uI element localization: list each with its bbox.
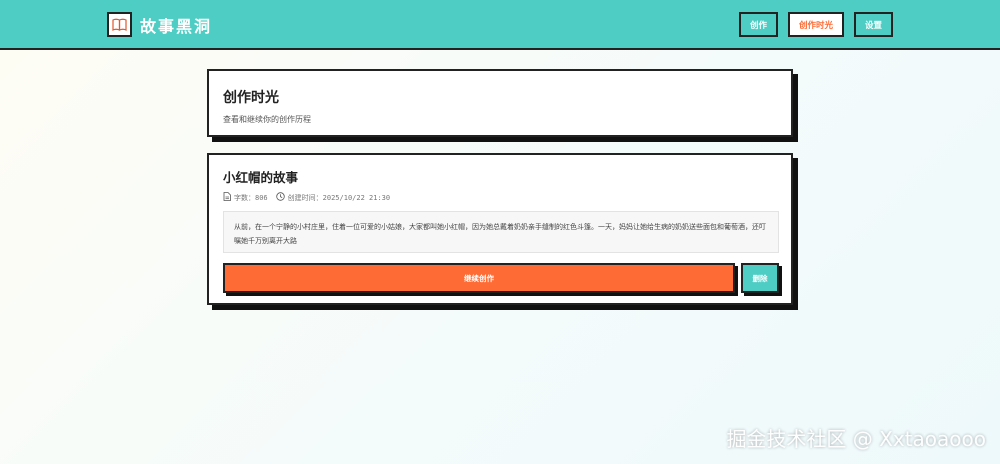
- page-subtitle: 查看和继续你的创作历程: [223, 115, 311, 124]
- page-title: 创作时光: [223, 90, 279, 106]
- word-count-label: 字数：806: [234, 193, 268, 202]
- story-meta: 字数：806 创建时间：2025/10/22 21:30: [223, 192, 390, 203]
- created-time-label: 创建时间：2025/10/22 21:30: [287, 193, 391, 202]
- watermark: 掘金技术社区 @ Xxtaoaooo: [726, 427, 986, 451]
- nav-creation-time-button[interactable]: 创作时光: [787, 12, 844, 37]
- story-excerpt: 从前，在一个宁静的小村庄里，住着一位可爱的小姑娘，大家都叫她小红帽，因为她总戴着…: [223, 211, 779, 253]
- document-icon: [223, 192, 231, 203]
- app-title: 故事黑洞: [140, 16, 213, 36]
- brand[interactable]: 故事黑洞: [107, 12, 212, 37]
- nav-settings-button[interactable]: 设置: [853, 12, 893, 37]
- story-title: 小红帽的故事: [223, 170, 299, 185]
- page-header-card: 创作时光 查看和继续你的创作历程: [207, 69, 793, 137]
- story-card: 小红帽的故事 字数：806 创建时间：2025/10/22 21:30 从前，在…: [207, 153, 793, 305]
- book-open-icon: [107, 12, 132, 37]
- clock-icon: [275, 192, 285, 203]
- nav-menu: 创作 创作时光 设置: [738, 12, 893, 37]
- continue-writing-button[interactable]: 继续创作: [223, 263, 735, 293]
- word-count: 字数：806: [223, 192, 268, 203]
- delete-button[interactable]: 删除: [741, 263, 779, 293]
- top-navbar: 故事黑洞 创作 创作时光 设置: [0, 0, 1000, 50]
- created-time: 创建时间：2025/10/22 21:30: [275, 192, 391, 203]
- nav-create-button[interactable]: 创作: [738, 12, 778, 37]
